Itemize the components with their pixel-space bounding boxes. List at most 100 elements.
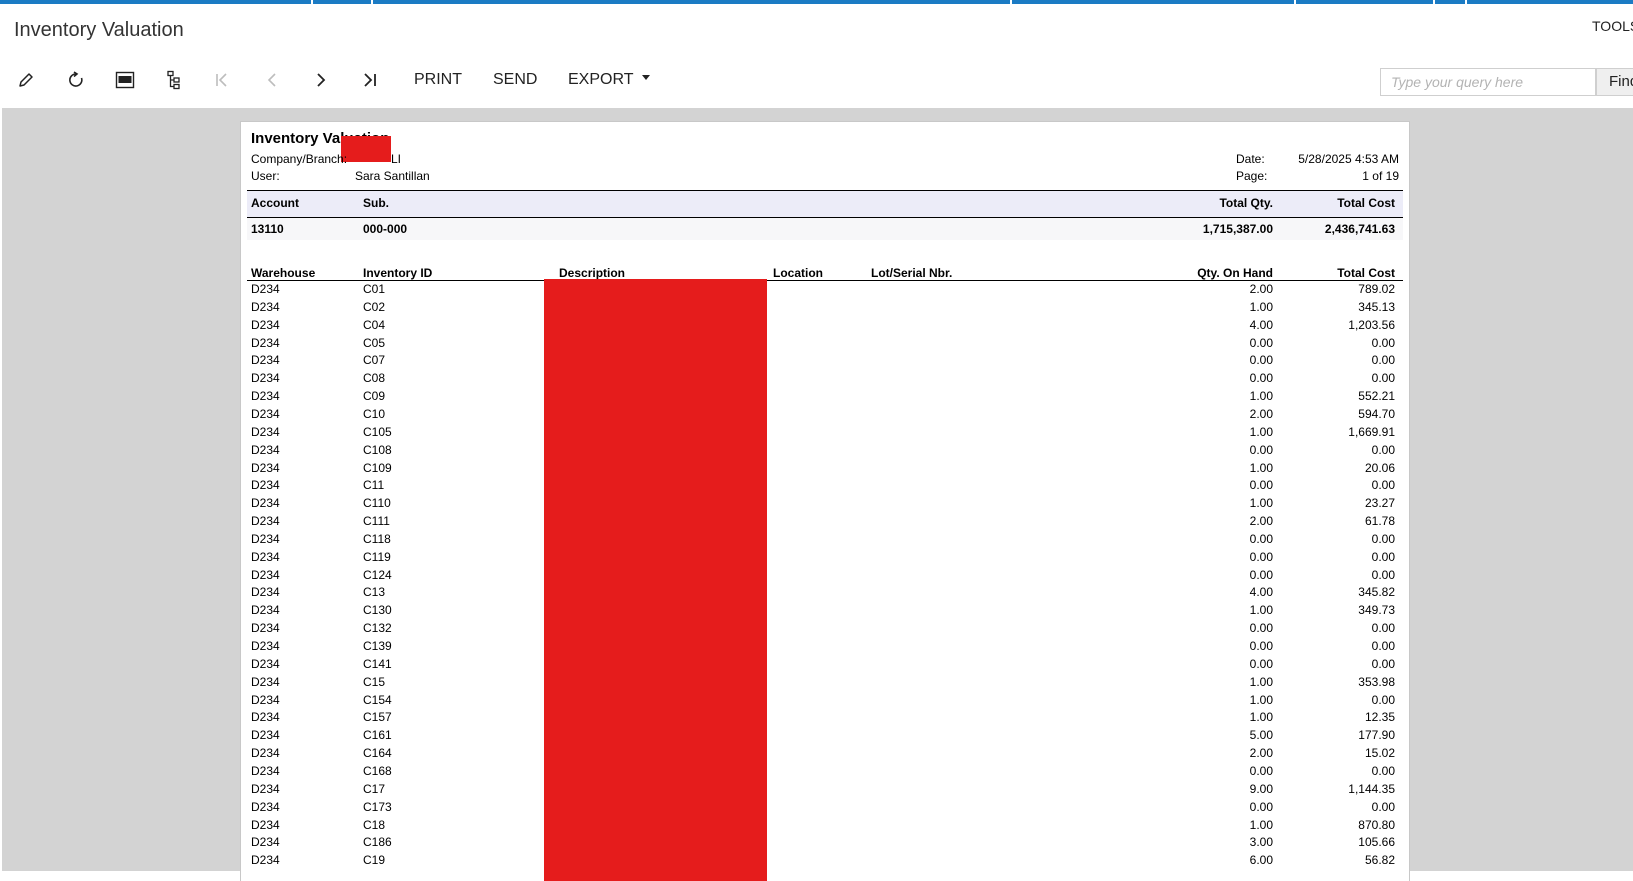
inventory-id-cell: C13 bbox=[363, 585, 386, 600]
total-cost-cell: 0.00 bbox=[1371, 656, 1395, 671]
table-row: D234 C130 1.00 349.73 bbox=[247, 603, 1403, 621]
top-bar-separator bbox=[371, 0, 373, 4]
user-label: User: bbox=[251, 169, 280, 183]
warehouse-cell: D234 bbox=[251, 371, 280, 386]
next-page-icon[interactable] bbox=[307, 66, 335, 94]
total-cost-cell: 0.00 bbox=[1371, 799, 1395, 814]
location-header: Location bbox=[773, 266, 823, 280]
search-input[interactable] bbox=[1380, 68, 1596, 96]
total-cost-cell: 15.02 bbox=[1364, 746, 1395, 761]
account-header: Account bbox=[251, 196, 299, 210]
detail-total-cost-header: Total Cost bbox=[1337, 266, 1395, 280]
pdf-icon[interactable] bbox=[111, 66, 139, 94]
top-accent-bar bbox=[0, 0, 1633, 4]
edit-icon[interactable] bbox=[12, 66, 40, 94]
company-value: LI bbox=[391, 152, 402, 166]
report-page: Inventory Valuation Company/Branch: LI U… bbox=[241, 122, 1409, 881]
table-row: D234 C13 4.00 345.82 bbox=[247, 585, 1403, 603]
table-row: D234 C118 0.00 0.00 bbox=[247, 532, 1403, 550]
inventory-id-cell: C15 bbox=[363, 674, 386, 689]
qty-on-hand-cell: 0.00 bbox=[1249, 335, 1273, 350]
tools-menu[interactable]: TOOLS bbox=[1592, 18, 1633, 34]
qty-on-hand-cell: 1.00 bbox=[1249, 424, 1273, 439]
warehouse-cell: D234 bbox=[251, 317, 280, 332]
qty-on-hand-cell: 0.00 bbox=[1249, 639, 1273, 653]
previous-page-icon bbox=[258, 66, 286, 94]
qty-on-hand-cell: 0.00 bbox=[1249, 549, 1273, 564]
table-row: D234 C02 1.00 345.13 bbox=[247, 300, 1403, 318]
inventory-id-cell: C11 bbox=[363, 478, 385, 493]
first-page-icon bbox=[208, 66, 236, 94]
qty-on-hand-cell: 4.00 bbox=[1249, 317, 1273, 332]
table-row: D234 C10 2.00 594.70 bbox=[247, 407, 1403, 425]
qty-on-hand-cell: 0.00 bbox=[1249, 799, 1273, 814]
total-cost-cell: 0.00 bbox=[1371, 567, 1395, 582]
warehouse-cell: D234 bbox=[251, 478, 280, 493]
lot-serial-header: Lot/Serial Nbr. bbox=[871, 266, 953, 280]
inventory-id-cell: C19 bbox=[363, 853, 386, 868]
table-row: D234 C01 2.00 789.02 bbox=[247, 282, 1403, 300]
inventory-id-cell: C111 bbox=[363, 514, 390, 529]
total-cost-cell: 0.00 bbox=[1371, 692, 1395, 707]
warehouse-cell: D234 bbox=[251, 656, 280, 671]
warehouse-cell: D234 bbox=[251, 406, 280, 421]
inventory-id-cell: C108 bbox=[363, 442, 392, 457]
inventory-id-cell: C154 bbox=[363, 692, 392, 707]
tree-icon[interactable] bbox=[160, 66, 188, 94]
last-page-icon[interactable] bbox=[356, 66, 384, 94]
total-cost-cell: 0.00 bbox=[1371, 442, 1395, 457]
table-row: D234 C108 0.00 0.00 bbox=[247, 443, 1403, 461]
top-bar-separator bbox=[1294, 0, 1296, 4]
inventory-id-cell: C118 bbox=[363, 531, 391, 546]
inventory-id-cell: C01 bbox=[363, 282, 386, 296]
table-row: D234 C168 0.00 0.00 bbox=[247, 764, 1403, 782]
inventory-id-cell: C119 bbox=[363, 549, 391, 564]
qty-on-hand-cell: 0.00 bbox=[1249, 656, 1273, 671]
total-cost-cell: 1,203.56 bbox=[1348, 317, 1395, 332]
warehouse-cell: D234 bbox=[251, 549, 280, 564]
total-cost-cell: 56.82 bbox=[1364, 853, 1395, 868]
warehouse-cell: D234 bbox=[251, 585, 280, 600]
find-button[interactable]: Find bbox=[1596, 68, 1633, 96]
qty-on-hand-cell: 4.00 bbox=[1249, 585, 1273, 600]
qty-on-hand-cell: 1.00 bbox=[1249, 603, 1273, 618]
total-cost-cell: 0.00 bbox=[1371, 549, 1395, 564]
table-row: D234 C08 0.00 0.00 bbox=[247, 371, 1403, 389]
date-label: Date: bbox=[1236, 152, 1265, 166]
table-row: D234 C19 6.00 56.82 bbox=[247, 853, 1403, 871]
send-button[interactable]: SEND bbox=[493, 71, 537, 89]
total-qty-value: 1,715,387.00 bbox=[1202, 222, 1273, 236]
inventory-id-cell: C105 bbox=[363, 424, 392, 439]
inventory-id-cell: C168 bbox=[363, 763, 392, 778]
top-bar-separator bbox=[1433, 0, 1435, 4]
inventory-id-cell: C18 bbox=[363, 817, 386, 832]
qty-on-hand-cell: 1.00 bbox=[1249, 692, 1273, 707]
inventory-id-cell: C109 bbox=[363, 460, 392, 475]
total-cost-cell: 1,144.35 bbox=[1348, 781, 1395, 796]
warehouse-cell: D234 bbox=[251, 531, 280, 546]
qty-on-hand-cell: 0.00 bbox=[1249, 478, 1273, 493]
total-cost-cell: 177.90 bbox=[1358, 728, 1395, 743]
export-label: EXPORT bbox=[568, 71, 634, 88]
export-button[interactable]: EXPORT bbox=[568, 71, 650, 89]
refresh-icon[interactable] bbox=[62, 66, 90, 94]
warehouse-cell: D234 bbox=[251, 299, 280, 314]
total-cost-cell: 870.80 bbox=[1358, 817, 1395, 832]
warehouse-cell: D234 bbox=[251, 496, 280, 511]
warehouse-cell: D234 bbox=[251, 353, 280, 368]
inventory-id-cell: C08 bbox=[363, 371, 386, 386]
total-cost-cell: 1,669.91 bbox=[1348, 424, 1395, 439]
inventory-id-cell: C161 bbox=[363, 728, 392, 743]
qty-on-hand-header: Qty. On Hand bbox=[1197, 266, 1273, 280]
qty-on-hand-cell: 1.00 bbox=[1249, 496, 1273, 511]
print-button[interactable]: PRINT bbox=[414, 71, 462, 89]
table-row: D234 C161 5.00 177.90 bbox=[247, 728, 1403, 746]
warehouse-cell: D234 bbox=[251, 567, 280, 582]
total-cost-cell: 0.00 bbox=[1371, 353, 1395, 368]
total-cost-cell: 23.27 bbox=[1364, 496, 1395, 511]
date-value: 5/28/2025 4:53 AM bbox=[1298, 152, 1399, 166]
total-cost-cell: 0.00 bbox=[1371, 763, 1395, 778]
table-row: D234 C105 1.00 1,669.91 bbox=[247, 425, 1403, 443]
inventory-id-cell: C173 bbox=[363, 799, 392, 814]
table-row: D234 C141 0.00 0.00 bbox=[247, 657, 1403, 675]
